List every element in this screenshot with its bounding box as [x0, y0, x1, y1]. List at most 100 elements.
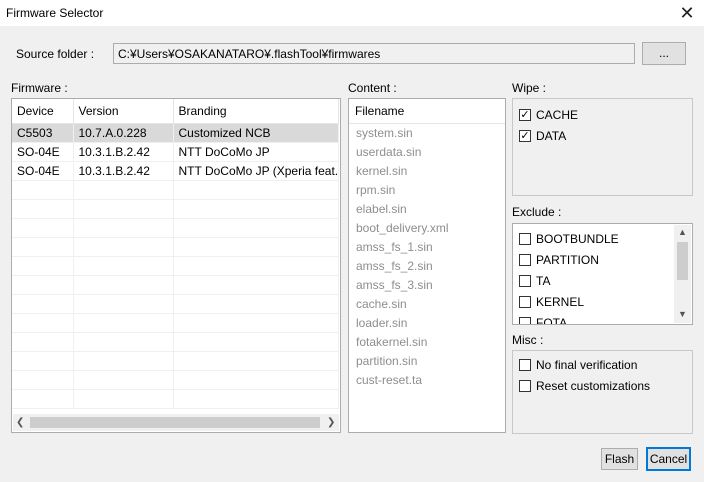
exclude-option[interactable]: KERNEL [513, 291, 692, 312]
cell-device [12, 351, 74, 371]
exclude-option[interactable]: FOTA [513, 312, 692, 325]
cell-branding [173, 218, 339, 238]
table-row[interactable] [12, 351, 339, 371]
table-row[interactable] [12, 370, 339, 390]
column-version[interactable]: Version [73, 99, 174, 124]
cell-branding [173, 180, 339, 200]
list-item[interactable]: loader.sin [349, 314, 505, 333]
wipe-group: ✓ CACHE ✓ DATA [512, 98, 693, 196]
list-item[interactable]: partition.sin [349, 352, 505, 371]
cell-device [12, 218, 74, 238]
checkbox[interactable]: ✓ [519, 108, 531, 121]
firmware-horizontal-scrollbar[interactable]: ❮ ❯ [13, 414, 339, 431]
cell-version [73, 313, 174, 333]
cell-branding: NTT DoCoMo JP [173, 142, 339, 162]
list-item[interactable]: elabel.sin [349, 200, 505, 219]
content-label: Content : [348, 81, 397, 95]
wipe-option[interactable]: ✓ CACHE [513, 104, 692, 125]
column-branding[interactable]: Branding [173, 99, 339, 124]
list-item[interactable]: system.sin [349, 124, 505, 143]
checkbox-label: DATA [536, 128, 567, 143]
cell-version [73, 389, 174, 409]
list-item[interactable]: userdata.sin [349, 143, 505, 162]
cell-device [12, 370, 74, 390]
scroll-up-icon[interactable]: ▲ [678, 227, 687, 237]
table-row[interactable] [12, 199, 339, 219]
list-item[interactable]: boot_delivery.xml [349, 219, 505, 238]
exclude-option[interactable]: BOOTBUNDLE [513, 228, 692, 249]
cell-device [12, 256, 74, 276]
column-device[interactable]: Device [12, 99, 74, 124]
table-row[interactable] [12, 294, 339, 314]
cell-version: 10.3.1.B.2.42 [73, 161, 174, 181]
table-row[interactable] [12, 218, 339, 238]
scroll-right-icon[interactable]: ❯ [327, 417, 335, 428]
list-item[interactable]: fotakernel.sin [349, 333, 505, 352]
table-row[interactable] [12, 389, 339, 409]
cell-branding [173, 199, 339, 219]
list-item[interactable]: kernel.sin [349, 162, 505, 181]
list-item[interactable]: amss_fs_3.sin [349, 276, 505, 295]
checkbox[interactable] [519, 253, 531, 266]
cell-version [73, 332, 174, 352]
list-item[interactable]: rpm.sin [349, 181, 505, 200]
scroll-left-icon[interactable]: ❮ [16, 417, 24, 428]
checkbox[interactable] [519, 358, 531, 371]
cell-branding [173, 332, 339, 352]
table-row[interactable] [12, 332, 339, 352]
window-title: Firmware Selector [6, 6, 104, 20]
cell-branding [173, 351, 339, 371]
horizontal-scroll-thumb[interactable] [30, 417, 320, 428]
checkbox[interactable] [519, 316, 531, 324]
list-item[interactable]: amss_fs_2.sin [349, 257, 505, 276]
list-item[interactable]: cache.sin [349, 295, 505, 314]
browse-button[interactable]: ... [642, 42, 686, 65]
checkbox-label: PARTITION [536, 252, 599, 267]
table-row[interactable] [12, 256, 339, 276]
cell-device [12, 294, 74, 314]
cell-device [12, 313, 74, 333]
checkbox[interactable] [519, 379, 531, 392]
table-row[interactable]: C5503 10.7.A.0.228 Customized NCB [12, 123, 339, 143]
checkbox-label: CACHE [536, 107, 579, 122]
checkbox[interactable] [519, 232, 531, 245]
cancel-button[interactable]: Cancel [646, 447, 691, 471]
table-row[interactable] [12, 313, 339, 333]
checkbox-label: FOTA [536, 315, 568, 325]
content-list[interactable]: Filename system.sin userdata.sin kernel.si… [348, 98, 506, 433]
table-row[interactable] [12, 275, 339, 295]
table-row[interactable] [12, 180, 339, 200]
vertical-scroll-thumb[interactable] [677, 242, 688, 280]
cell-device [12, 180, 74, 200]
exclude-list[interactable]: BOOTBUNDLE PARTITION TA KERNEL FOTA ▲ ▼ [512, 223, 693, 325]
table-row[interactable] [12, 237, 339, 257]
table-row[interactable]: SO-04E 10.3.1.B.2.42 NTT DoCoMo JP [12, 142, 339, 162]
checkbox[interactable] [519, 295, 531, 308]
flash-button[interactable]: Flash [601, 448, 638, 470]
checkbox-label: Reset customizations [536, 378, 651, 393]
cell-branding [173, 275, 339, 295]
list-item[interactable]: amss_fs_1.sin [349, 238, 505, 257]
exclude-option[interactable]: TA [513, 270, 692, 291]
list-item[interactable]: cust-reset.ta [349, 371, 505, 390]
checkbox-label: BOOTBUNDLE [536, 231, 619, 246]
misc-option[interactable]: Reset customizations [513, 375, 692, 396]
checkbox[interactable]: ✓ [519, 129, 531, 142]
source-folder-path[interactable]: C:¥Users¥OSAKANATARO¥.flashTool¥firmware… [113, 43, 635, 64]
column-filename[interactable]: Filename [349, 99, 505, 124]
cell-device [12, 237, 74, 257]
exclude-vertical-scrollbar[interactable]: ▲ ▼ [674, 225, 691, 323]
table-row[interactable]: SO-04E 10.3.1.B.2.42 NTT DoCoMo JP (Xperia… [12, 161, 339, 181]
close-icon[interactable]: ✕ [676, 2, 698, 24]
exclude-label: Exclude : [512, 205, 562, 219]
misc-option[interactable]: No final verification [513, 354, 692, 375]
scroll-down-icon[interactable]: ▼ [678, 309, 687, 319]
cell-device: SO-04E [12, 161, 74, 181]
checkbox[interactable] [519, 274, 531, 287]
exclude-option[interactable]: PARTITION [513, 249, 692, 270]
cell-branding: NTT DoCoMo JP (Xperia feat. ... [173, 161, 339, 181]
cell-version [73, 218, 174, 238]
checkbox-label: TA [536, 273, 551, 288]
misc-label: Misc : [512, 333, 544, 347]
wipe-option[interactable]: ✓ DATA [513, 125, 692, 146]
